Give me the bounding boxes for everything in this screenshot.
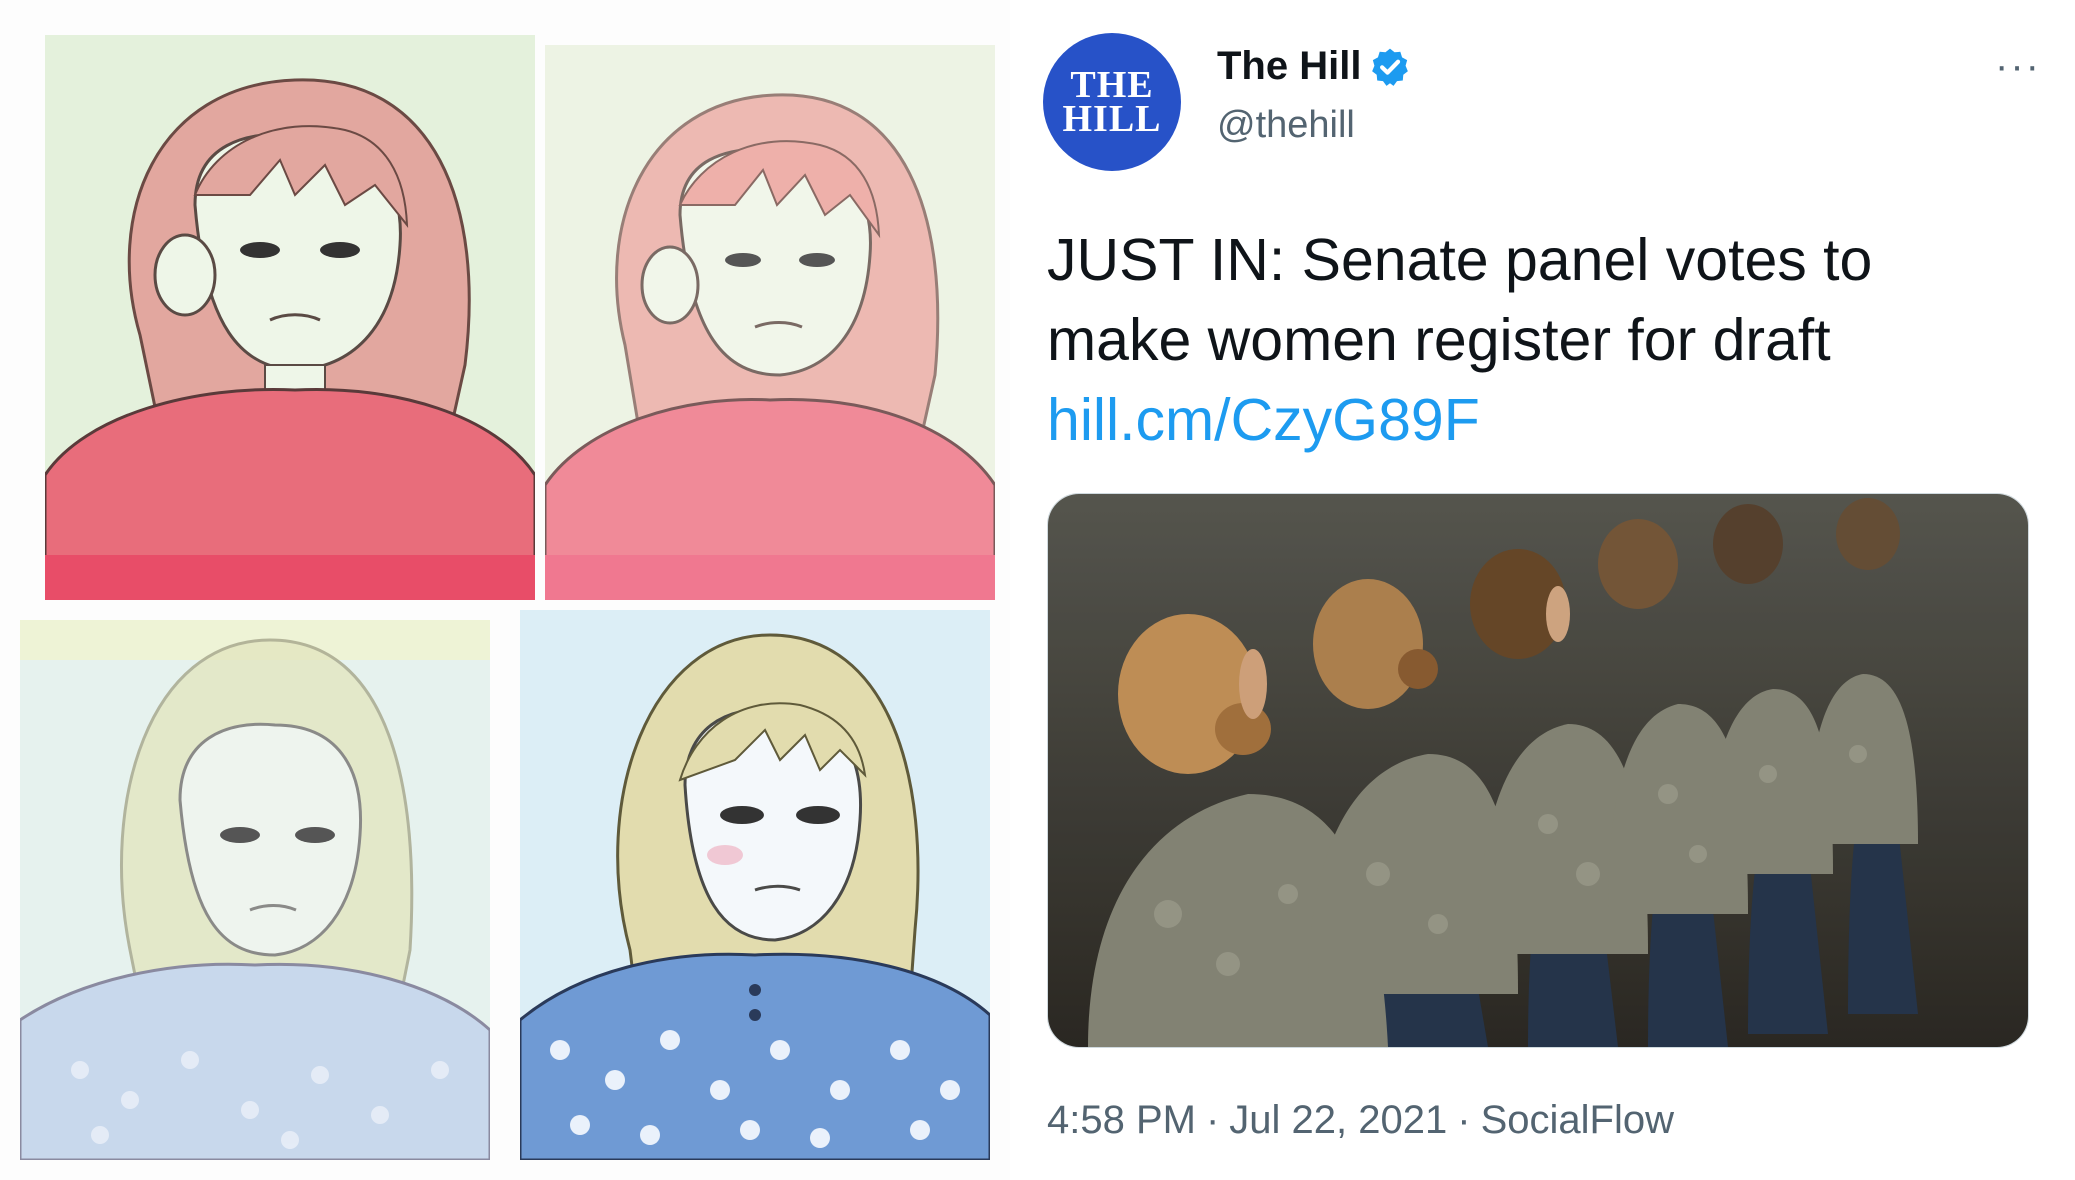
meme-panel-4 xyxy=(520,610,990,1160)
tweet-text: JUST IN: Senate panel votes to make wome… xyxy=(1047,220,2047,460)
tweet-meta: 4:58 PM · Jul 22, 2021 · SocialFlow xyxy=(1047,1098,1674,1143)
avatar-text-line2: HILL xyxy=(1062,98,1162,140)
tweet-time[interactable]: 4:58 PM xyxy=(1047,1098,1196,1142)
meme-panel-3 xyxy=(20,620,490,1160)
verified-badge-icon xyxy=(1372,48,1409,86)
tweet-link[interactable]: hill.cm/CzyG89F xyxy=(1047,380,2047,460)
handle[interactable]: @thehill xyxy=(1217,104,1355,147)
tweet-card: THE HILL The Hill @thehill ··· JUST IN: … xyxy=(1010,0,2075,1180)
tweet-source[interactable]: SocialFlow xyxy=(1481,1098,1674,1142)
tweet-date[interactable]: Jul 22, 2021 xyxy=(1229,1098,1447,1142)
more-options-icon[interactable]: ··· xyxy=(1995,44,2041,89)
avatar-text-line1: THE xyxy=(1070,64,1154,106)
meme-image xyxy=(0,0,1011,1180)
meme-panel-2 xyxy=(545,45,995,600)
avatar[interactable]: THE HILL xyxy=(1043,33,1181,171)
meta-separator: · xyxy=(1205,1098,1220,1142)
display-name[interactable]: The Hill xyxy=(1217,44,1361,89)
author-name-row[interactable]: The Hill xyxy=(1217,44,1411,89)
meme-panel-1 xyxy=(45,35,535,600)
tweet-media-photo[interactable] xyxy=(1047,493,2029,1048)
tweet-text-line2: make women register for draft xyxy=(1047,307,1831,373)
meta-separator: · xyxy=(1457,1098,1471,1142)
tweet-text-line1: JUST IN: Senate panel votes to xyxy=(1047,227,1873,293)
